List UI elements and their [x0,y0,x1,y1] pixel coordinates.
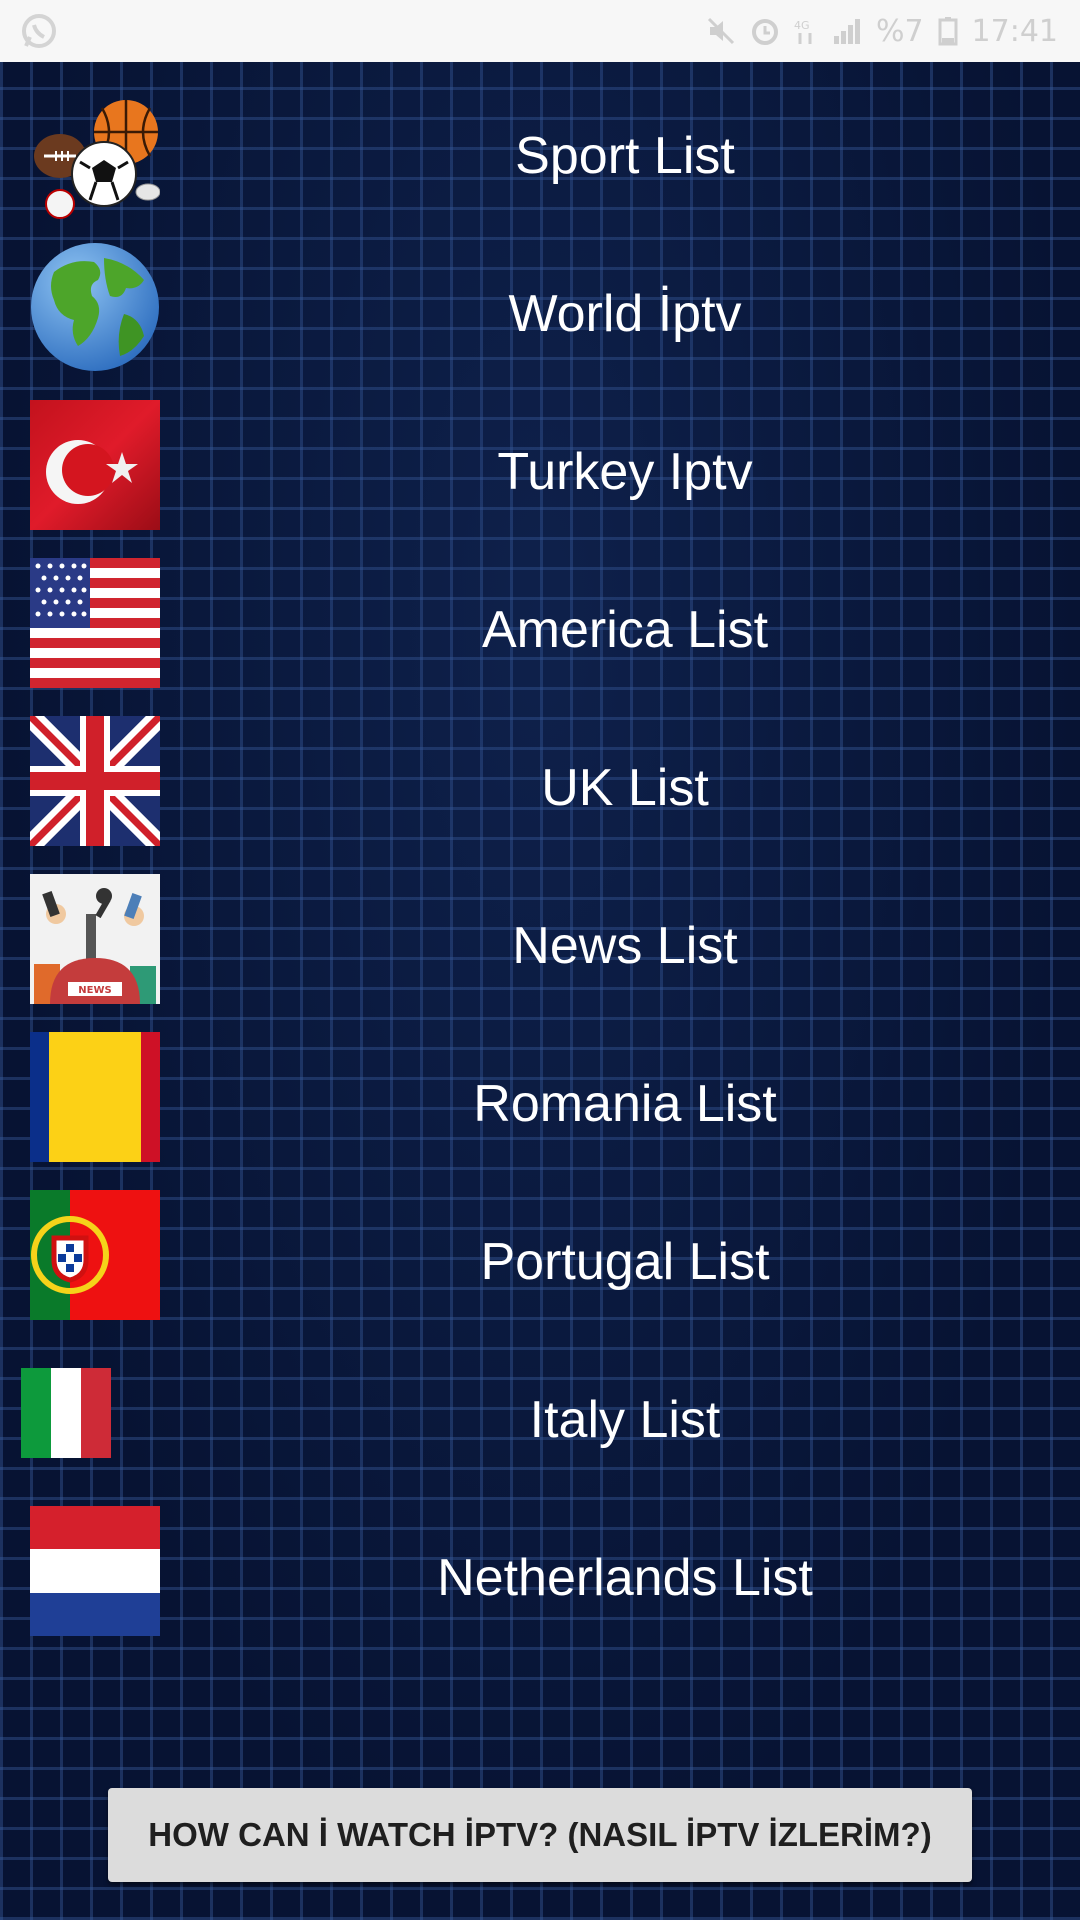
list-item-netherlands[interactable]: Netherlands List [0,1506,1080,1648]
list-item-label: World İptv [508,285,742,343]
list-item-label: Italy List [529,1391,721,1449]
list-item-label: Sport List [515,127,735,185]
svg-text:NEWS: NEWS [78,985,111,996]
list-item-portugal[interactable]: Portugal List [0,1190,1080,1332]
mute-icon [706,16,736,46]
list-item-romania[interactable]: Romania List [0,1032,1080,1174]
list-item-america[interactable]: America List [0,558,1080,700]
italy-flag-icon [21,1368,111,1458]
status-bar: 4G %7 17:41 [0,0,1080,62]
list-item-news[interactable]: NEWS News List [0,874,1080,1016]
list-item-turkey[interactable]: Turkey Iptv [0,400,1080,542]
portugal-flag-icon [30,1190,160,1320]
news-icon: NEWS [30,874,160,1004]
list-item-sport[interactable]: Sport List [0,86,1080,226]
list-item-label: News List [512,917,738,975]
list-item-label: Romania List [473,1075,777,1133]
list-item-uk[interactable]: UK List [0,716,1080,858]
signal-icon [832,16,862,46]
list-item-label: America List [481,601,769,659]
clock: 17:41 [971,13,1058,49]
list-item-label: Netherlands List [437,1549,813,1607]
svg-text:4G: 4G [794,19,810,32]
list-item-italy[interactable]: Italy List [0,1350,1080,1490]
battery-icon [938,16,958,46]
globe-icon [30,242,160,372]
data-icon: 4G [794,16,818,46]
sports-balls-icon [30,96,160,226]
list-item-world[interactable]: World İptv [0,242,1080,384]
romania-flag-icon [30,1032,160,1162]
whatsapp-icon [20,12,58,50]
usa-flag-icon [30,558,160,688]
turkey-flag-icon [30,400,160,530]
alarm-icon [750,16,780,46]
status-icons: 4G %7 17:41 [706,12,1058,50]
list-item-label: Turkey Iptv [497,443,753,501]
how-to-watch-button[interactable]: HOW CAN İ WATCH İPTV? (NASIL İPTV İZLERİ… [108,1788,972,1882]
netherlands-flag-icon [30,1506,160,1636]
list-item-label: Portugal List [480,1233,770,1291]
uk-flag-icon [30,716,160,846]
list-item-label: UK List [541,759,709,817]
battery-percent: %7 [875,13,924,49]
